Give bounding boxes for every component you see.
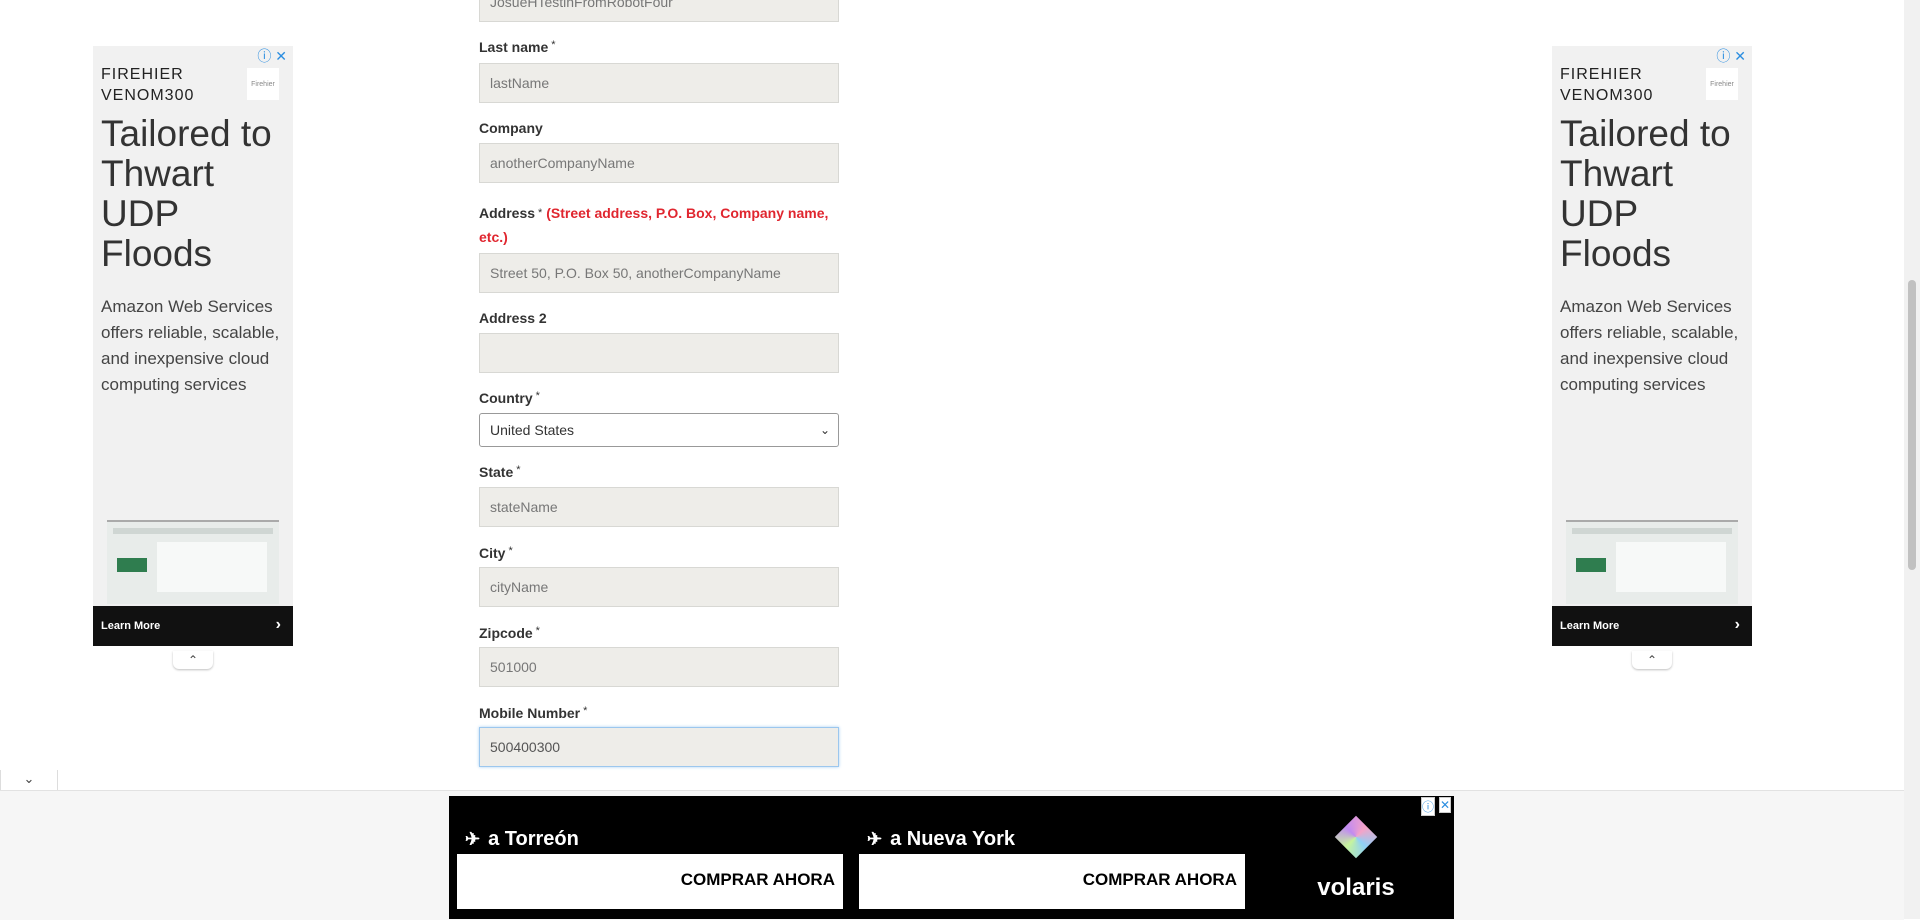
ad-body: Amazon Web Services offers reliable, sca… (101, 297, 280, 394)
ad-brand: FIREHIER VENOM300 (101, 66, 195, 104)
buy-now-button[interactable]: COMPRAR AHORA (457, 854, 843, 909)
bottom-ad[interactable]: ✈ a Torreón COMPRAR AHORA ✈ a Nueva York C… (449, 796, 1454, 919)
address-label: Address * (Street address, P.O. Box, Comp… (479, 205, 829, 245)
country-label: Country * (479, 390, 540, 406)
ad-screenshot-image (1566, 520, 1738, 604)
last-name-label: Last name * (479, 39, 556, 55)
flight-offer-2[interactable]: ✈ a Nueva York COMPRAR AHORA (859, 804, 1245, 919)
arrow-right-icon: › (275, 616, 281, 633)
city-input[interactable]: cityName (479, 567, 839, 607)
zipcode-label: Zipcode * (479, 625, 540, 641)
chevron-down-icon: ⌄ (819, 423, 830, 437)
collapse-ad-chevron-up-icon[interactable]: ⌃ (173, 651, 213, 669)
learn-more-button[interactable]: Learn More › (1552, 606, 1752, 646)
scrollbar-thumb[interactable] (1908, 280, 1916, 570)
last-name-input[interactable]: lastName (479, 63, 839, 103)
collapse-chevron-down-icon[interactable]: ⌄ (0, 770, 58, 791)
close-icon: ✕ (1734, 48, 1746, 64)
address2-label: Address 2 (479, 310, 547, 326)
city-label: City * (479, 545, 513, 561)
close-icon: ✕ (275, 48, 287, 64)
flight-offer-1[interactable]: ✈ a Torreón COMPRAR AHORA (457, 804, 843, 919)
adchoices-icon[interactable]: ⓘ (1421, 797, 1436, 816)
close-icon[interactable]: ✕ (1439, 797, 1452, 813)
state-input[interactable]: stateName (479, 487, 839, 527)
buy-now-button[interactable]: COMPRAR AHORA (859, 854, 1245, 909)
volaris-logo: volaris (1261, 810, 1451, 910)
state-label: State * (479, 464, 521, 480)
adchoices-icon[interactable]: ⓘ ✕ (257, 46, 287, 66)
right-side-ad[interactable]: ⓘ ✕ FIREHIER VENOM300 Firehier Tailored t… (1552, 46, 1752, 646)
ad-body: Amazon Web Services offers reliable, sca… (1560, 297, 1739, 394)
ad-logo: Firehier (1706, 68, 1738, 100)
left-side-ad[interactable]: ⓘ ✕ FIREHIER VENOM300 Firehier Tailored t… (93, 46, 293, 646)
plane-icon: ✈ (867, 829, 883, 849)
ad-headline: Tailored to Thwart UDP Floods (1560, 113, 1731, 274)
mobile-number-label: Mobile Number * (479, 705, 588, 721)
country-select[interactable]: United States ⌄ (479, 413, 839, 447)
vertical-scrollbar[interactable] (1904, 0, 1920, 919)
ad-logo: Firehier (247, 68, 279, 100)
company-input[interactable]: anotherCompanyName (479, 143, 839, 183)
address-input[interactable]: Street 50, P.O. Box 50, anotherCompanyNa… (479, 253, 839, 293)
plane-icon: ✈ (465, 829, 481, 849)
address2-input[interactable] (479, 333, 839, 373)
adchoices-icon[interactable]: ⓘ ✕ (1716, 46, 1746, 66)
collapse-ad-chevron-up-icon[interactable]: ⌃ (1632, 651, 1672, 669)
ad-headline: Tailored to Thwart UDP Floods (101, 113, 272, 274)
mobile-number-input[interactable]: 500400300 (479, 727, 839, 767)
arrow-right-icon: › (1734, 616, 1740, 633)
learn-more-button[interactable]: Learn More › (93, 606, 293, 646)
company-label: Company (479, 120, 543, 136)
ad-brand: FIREHIER VENOM300 (1560, 66, 1654, 104)
first-name-input[interactable]: JosueHTestinFromRobotFour (479, 0, 839, 22)
zipcode-input[interactable]: 501000 (479, 647, 839, 687)
ad-screenshot-image (107, 520, 279, 604)
